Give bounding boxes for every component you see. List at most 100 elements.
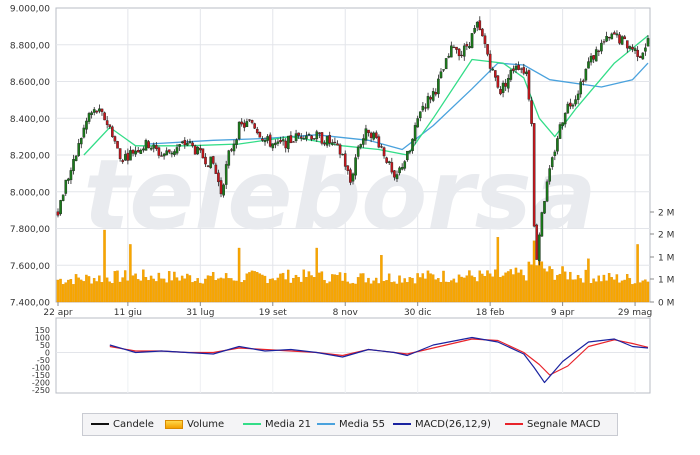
volume-bar [240, 282, 243, 303]
candle-body [217, 172, 220, 183]
candle-body [87, 113, 91, 122]
volume-bar [581, 282, 585, 303]
volume-bar [263, 275, 267, 303]
candle [641, 52, 645, 60]
legend-macd[interactable]: MACD(26,12,9) [393, 418, 491, 432]
legend-segnale-macd[interactable]: Segnale MACD [505, 418, 600, 432]
candle-body [561, 122, 564, 126]
candle [540, 211, 544, 237]
candle-body [646, 38, 650, 47]
candle-body [403, 161, 407, 169]
candle-body [400, 167, 404, 170]
candle-body [64, 179, 68, 194]
candle-body [597, 50, 601, 52]
candle-body [491, 68, 495, 71]
candle-body [235, 139, 238, 145]
x-tick-label: 22 apr [43, 308, 73, 318]
candle-body [142, 148, 145, 151]
candle-body [576, 93, 580, 100]
price-y-tick-label: 8.800,00 [10, 41, 50, 51]
volume-bar [206, 275, 210, 303]
volume-bar [139, 280, 142, 303]
volume-bar [315, 247, 318, 303]
volume-bar [336, 275, 339, 303]
volume-bar [105, 277, 109, 303]
candle-body [442, 69, 445, 71]
candle-body [413, 125, 417, 141]
candle-body [354, 157, 357, 176]
volume-bar [473, 277, 476, 303]
volume-bar [79, 279, 83, 303]
candle [237, 121, 241, 141]
candle-body [157, 147, 161, 156]
volume-bar [620, 280, 624, 303]
candle-body [610, 33, 614, 40]
legend-candele-label: Candele [113, 419, 154, 430]
volume-bar [385, 280, 388, 303]
candle-body [333, 141, 337, 144]
volume-bar [261, 274, 264, 303]
price-y-tick-label: 8.600,00 [10, 78, 50, 88]
candle-body [574, 99, 577, 105]
legend-candele[interactable]: Candele [91, 418, 154, 432]
volume-bar [354, 283, 357, 303]
volume-bar [496, 237, 500, 303]
volume-bar [211, 272, 215, 303]
volume-tick-label: 0 M [658, 299, 674, 309]
volume-bar [237, 247, 241, 303]
legend-segnale-macd-label: Segnale MACD [527, 419, 601, 430]
volume-bar [393, 281, 396, 303]
candle-body [359, 144, 363, 148]
candle-body [268, 134, 272, 147]
volume-bar [481, 273, 484, 303]
volume-bar [486, 270, 489, 303]
volume-bar [491, 276, 494, 303]
volume-bar [157, 272, 161, 303]
legend-media-21[interactable]: Media 21 [243, 418, 311, 432]
volume-bar [271, 278, 274, 303]
volume-bar [209, 275, 212, 303]
candle-body [160, 155, 163, 157]
candle-body [346, 165, 350, 171]
candle-body [276, 141, 280, 144]
candle [558, 122, 562, 139]
volume-bar [131, 275, 135, 303]
volume-bar [416, 273, 419, 303]
candle [496, 75, 500, 89]
volume-bar [592, 278, 595, 303]
candle-body [263, 139, 267, 143]
candle-body [589, 55, 593, 63]
volume-bar [574, 279, 577, 303]
volume-bar [92, 278, 96, 303]
legend-media-55[interactable]: Media 55 [317, 418, 385, 432]
volume-tick-label: 2 M [658, 231, 674, 241]
candle-body [349, 169, 352, 183]
volume-bar [424, 278, 427, 303]
volume-tick-label: 1 M [658, 276, 674, 286]
candle [372, 131, 376, 141]
legend-media-55-label: Media 55 [339, 419, 385, 430]
legend-volume[interactable]: Volume [165, 418, 224, 432]
volume-bar [56, 279, 60, 303]
candle [481, 27, 484, 37]
candle-body [584, 69, 588, 81]
candle-body [250, 120, 254, 123]
candle-body [258, 132, 262, 138]
volume-bar [439, 281, 443, 303]
x-tick-label: 9 apr [551, 308, 575, 318]
candle-body [287, 135, 290, 150]
volume-bar [633, 283, 637, 303]
candle-body [460, 54, 463, 57]
volume-bar [364, 282, 368, 303]
candle-body [424, 107, 427, 109]
volume-bar [74, 274, 78, 303]
volume-bar [175, 277, 179, 303]
candle-body [519, 68, 523, 70]
volume-bar [64, 282, 67, 303]
volume-bar [571, 279, 575, 303]
volume-bar [243, 280, 246, 303]
volume-bar [646, 281, 650, 303]
candle [64, 179, 68, 196]
candle-body [462, 45, 466, 57]
candle-body [289, 135, 293, 143]
